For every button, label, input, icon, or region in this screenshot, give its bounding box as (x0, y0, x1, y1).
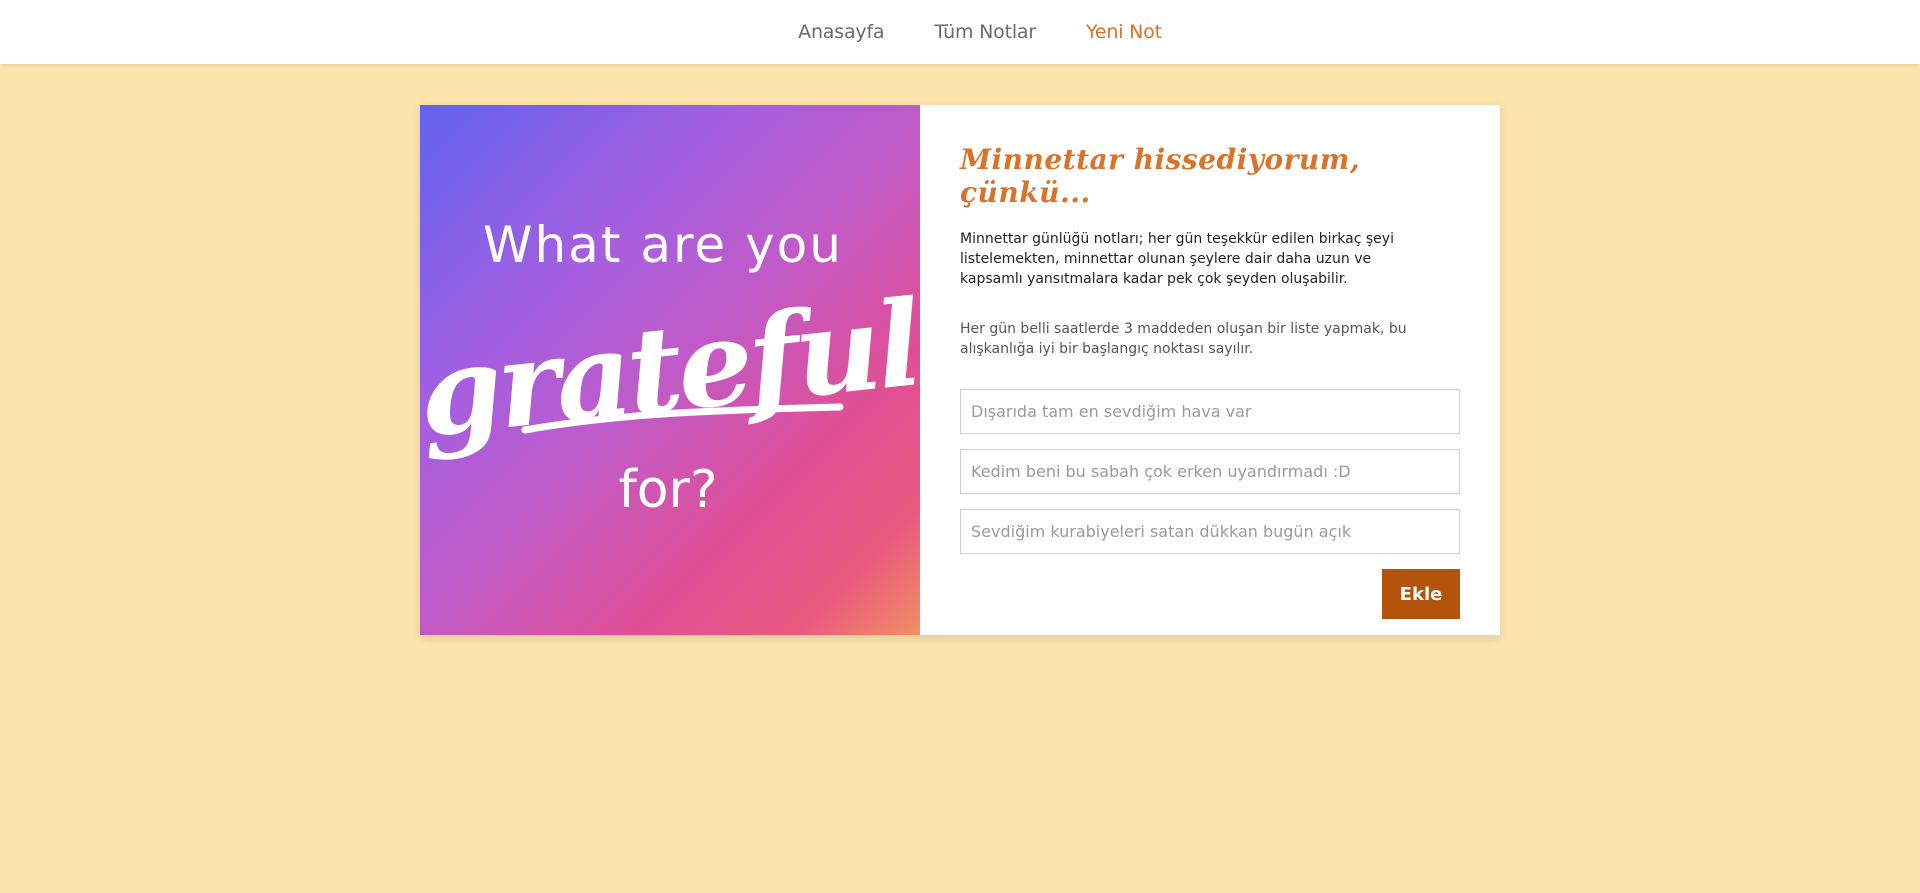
gratitude-input-1[interactable] (960, 389, 1460, 434)
nav-link-home[interactable]: Anasayfa (798, 21, 884, 43)
form-description: Minnettar günlüğü notları; her gün teşek… (960, 231, 1394, 287)
form-title: Minnettar hissediyorum, çünkü... (960, 143, 1361, 209)
nav-link-new-note[interactable]: Yeni Not (1086, 21, 1162, 43)
form-actions: Ekle (960, 569, 1460, 619)
hero-line-1: What are you (483, 216, 843, 274)
gratitude-input-3[interactable] (960, 509, 1460, 554)
hero-line-3: for? (618, 460, 717, 520)
note-form-section: Minnettar hissediyorum, çünkü... Minnett… (920, 105, 1500, 635)
new-note-card: What are you grateful for? Minnettar his… (420, 105, 1500, 635)
add-button[interactable]: Ekle (1382, 569, 1460, 619)
hero-graphic: What are you grateful for? (420, 216, 920, 520)
hero-line-2: grateful (420, 273, 920, 464)
hero-image: What are you grateful for? (420, 105, 920, 635)
gratitude-input-2[interactable] (960, 449, 1460, 494)
top-navbar: Anasayfa Tüm Notlar Yeni Not (0, 0, 1920, 64)
gratitude-inputs (960, 389, 1460, 554)
nav-link-all-notes[interactable]: Tüm Notlar (934, 21, 1036, 43)
form-tip: Her gün belli saatlerde 3 maddeden oluşa… (960, 321, 1407, 357)
